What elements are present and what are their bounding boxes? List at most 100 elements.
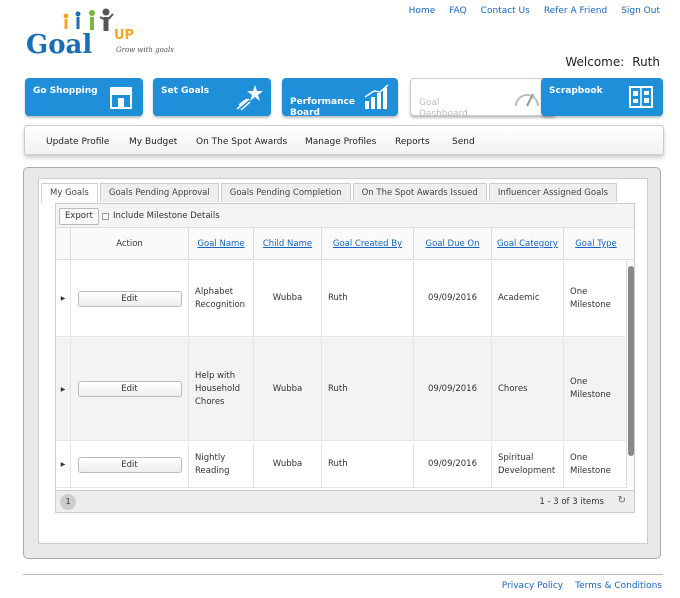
privacy-policy-link[interactable]: Privacy Policy [502, 581, 563, 591]
include-milestone-label: Include Milestone Details [113, 211, 220, 221]
welcome-label: Welcome: [565, 55, 625, 69]
scrapbook-icon [629, 86, 653, 108]
kids-figures-icon [63, 8, 114, 31]
goal-type-cell: One Milestone [563, 261, 628, 336]
goal-dashboard-button[interactable]: Goal Dashboard [410, 78, 556, 119]
manage-profiles-link[interactable]: Manage Profiles [305, 137, 376, 147]
child-name-cell: Wubba [253, 261, 321, 336]
pager-info: 1 - 3 of 3 items [539, 497, 604, 507]
terms-conditions-link[interactable]: Terms & Conditions [575, 581, 662, 591]
shop-icon [109, 87, 133, 109]
action-cell: Edit [70, 442, 188, 487]
set-goals-label: Set Goals [161, 86, 210, 96]
refer-a-friend-link[interactable]: Refer A Friend [544, 6, 607, 16]
sign-out-link[interactable]: Sign Out [621, 6, 660, 16]
table-row: ▶ Edit Alphabet Recognition Wubba Ruth 0… [56, 261, 628, 337]
main-nav: Go Shopping Set Goals Performance Board … [25, 78, 663, 119]
my-budget-link[interactable]: My Budget [129, 137, 177, 147]
column-header-goal-name[interactable]: Goal Name [188, 228, 253, 260]
bar-chart-icon [364, 84, 389, 109]
main-panel: My Goals Goals Pending Approval Goals Pe… [23, 167, 661, 559]
due-on-cell: 09/09/2016 [413, 338, 491, 440]
action-cell: Edit [70, 338, 188, 440]
footer-divider [23, 574, 663, 575]
scrapbook-label: Scrapbook [549, 86, 603, 96]
column-header-goal-type[interactable]: Goal Type [563, 228, 628, 260]
go-shopping-button[interactable]: Go Shopping [25, 78, 143, 116]
footer: Privacy Policy Terms & Conditions [502, 581, 662, 591]
grid-scrollbar[interactable] [626, 260, 634, 486]
created-by-cell: Ruth [321, 442, 413, 487]
row-expander[interactable]: ▶ [56, 442, 70, 487]
logo-word: Goal [26, 30, 93, 60]
table-row: ▶ Edit Help with Household Chores Wubba … [56, 338, 628, 441]
category-cell: Spiritual Development [491, 442, 563, 487]
column-header-goal-category[interactable]: Goal Category [491, 228, 563, 260]
goals-tabs: My Goals Goals Pending Approval Goals Pe… [41, 183, 619, 203]
row-expander[interactable]: ▶ [56, 261, 70, 336]
scrapbook-button[interactable]: Scrapbook [541, 78, 663, 116]
go-shopping-label: Go Shopping [33, 86, 98, 96]
goal-name-cell: Nightly Reading [188, 442, 253, 487]
scrollbar-thumb[interactable] [628, 266, 634, 456]
top-links: Home FAQ Contact Us Refer A Friend Sign … [409, 6, 660, 16]
gauge-icon [515, 93, 539, 107]
grid-pager: 1 1 - 3 of 3 items ↻ [56, 490, 634, 512]
category-cell: Chores [491, 338, 563, 440]
tab-on-the-spot-awards-issued[interactable]: On The Spot Awards Issued [352, 183, 487, 202]
send-link[interactable]: Send [452, 137, 475, 147]
expand-arrow-icon: ▶ [60, 385, 66, 393]
logo-up: UP [114, 28, 135, 43]
tab-my-goals[interactable]: My Goals [41, 183, 98, 203]
action-cell: Edit [70, 261, 188, 336]
page-number-button[interactable]: 1 [60, 494, 76, 510]
refresh-icon[interactable]: ↻ [618, 495, 626, 506]
update-profile-link[interactable]: Update Profile [46, 137, 109, 147]
goals-container: My Goals Goals Pending Approval Goals Pe… [38, 178, 648, 544]
column-header-action: Action [70, 228, 188, 260]
grid-toolbar: Export Include Milestone Details [56, 204, 634, 228]
due-on-cell: 09/09/2016 [413, 261, 491, 336]
column-header-goal-due-on[interactable]: Goal Due On [413, 228, 491, 260]
grid-header: Action Goal Name Child Name Goal Created… [56, 228, 634, 260]
column-header-child-name[interactable]: Child Name [253, 228, 321, 260]
goal-dashboard-label: Goal Dashboard [419, 98, 468, 119]
edit-button[interactable]: Edit [77, 290, 182, 307]
include-milestone-checkbox[interactable] [102, 213, 109, 220]
set-goals-button[interactable]: Set Goals [153, 78, 271, 116]
category-cell: Academic [491, 261, 563, 336]
edit-button[interactable]: Edit [77, 456, 182, 473]
expand-arrow-icon: ▶ [60, 295, 66, 302]
on-the-spot-awards-link[interactable]: On The Spot Awards [196, 137, 287, 147]
performance-board-label: Performance Board [290, 97, 355, 118]
table-row: ▶ Edit Nightly Reading Wubba Ruth 09/09/… [56, 442, 628, 488]
row-expander[interactable]: ▶ [56, 338, 70, 440]
created-by-cell: Ruth [321, 261, 413, 336]
expand-arrow-icon: ▶ [60, 461, 66, 468]
tab-goals-pending-completion[interactable]: Goals Pending Completion [220, 183, 351, 202]
child-name-cell: Wubba [253, 338, 321, 440]
performance-board-button[interactable]: Performance Board [282, 78, 398, 118]
goal-name-cell: Help with Household Chores [188, 338, 253, 440]
due-on-cell: 09/09/2016 [413, 442, 491, 487]
sub-nav: Update Profile My Budget On The Spot Awa… [24, 125, 664, 155]
welcome-message: Welcome: Ruth [565, 55, 660, 69]
column-header-goal-created-by[interactable]: Goal Created By [321, 228, 413, 260]
tab-influencer-assigned-goals[interactable]: Influencer Assigned Goals [488, 183, 618, 202]
faq-link[interactable]: FAQ [449, 6, 466, 16]
child-name-cell: Wubba [253, 442, 321, 487]
shooting-star-icon [236, 85, 263, 111]
goal-name-cell: Alphabet Recognition [188, 261, 253, 336]
welcome-user-name: Ruth [632, 55, 660, 69]
reports-link[interactable]: Reports [395, 137, 430, 147]
goals-grid: Export Include Milestone Details Action … [55, 203, 635, 513]
edit-button[interactable]: Edit [77, 381, 182, 397]
tab-goals-pending-approval[interactable]: Goals Pending Approval [99, 183, 219, 202]
goal-type-cell: One Milestone [563, 442, 628, 487]
contact-us-link[interactable]: Contact Us [481, 6, 530, 16]
logo-tagline: Grow with goals [116, 46, 174, 54]
created-by-cell: Ruth [321, 338, 413, 440]
goalup-logo[interactable]: Goal UP Grow with goals [26, 8, 174, 68]
home-link[interactable]: Home [409, 6, 436, 16]
export-button[interactable]: Export [59, 208, 99, 225]
